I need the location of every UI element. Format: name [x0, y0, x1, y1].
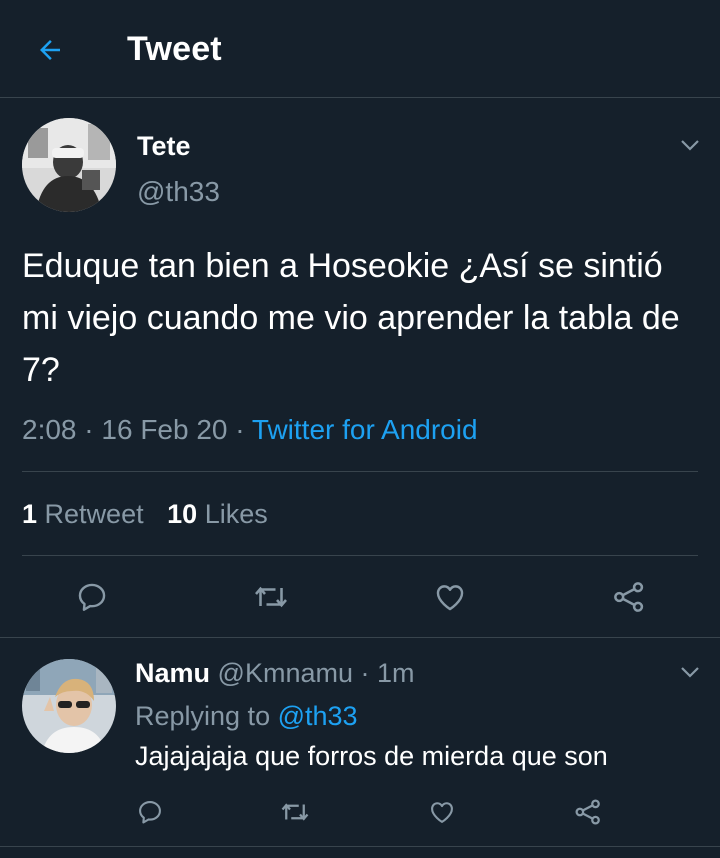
reply-time: 1m — [377, 658, 415, 688]
retweet-icon — [255, 586, 287, 608]
back-button[interactable] — [28, 28, 72, 72]
replying-mention-link[interactable]: @th33 — [278, 701, 358, 731]
meta-separator: · — [235, 414, 245, 445]
reply-icon — [78, 583, 106, 611]
chevron-down-icon[interactable] — [678, 660, 702, 684]
heart-icon — [431, 802, 453, 823]
tweet-stats: 1 Retweet 10 Likes — [22, 499, 268, 530]
retweet-count: 1 — [22, 499, 38, 529]
likes-label: Likes — [204, 499, 268, 529]
page-title: Tweet — [127, 30, 222, 68]
replying-label: Replying to — [135, 701, 271, 731]
author-name[interactable]: Tete — [137, 131, 191, 162]
reply-header: Namu @Kmnamu · 1m — [135, 658, 415, 689]
like-button[interactable] — [428, 575, 472, 619]
retweet-button[interactable] — [249, 575, 293, 619]
retweet-button[interactable] — [277, 794, 313, 830]
tweet-meta: 2:08 · 16 Feb 20 · Twitter for Android — [22, 414, 478, 446]
retweet-label: Retweet — [44, 499, 144, 529]
chevron-down-icon[interactable] — [678, 133, 702, 157]
share-button[interactable] — [607, 575, 651, 619]
author-avatar[interactable] — [22, 118, 116, 212]
reply-icon — [139, 801, 161, 824]
tweet-text: Eduque tan bien a Hoseokie ¿Así se sinti… — [22, 247, 680, 389]
tweet-source-link[interactable]: Twitter for Android — [252, 414, 478, 445]
section-divider — [0, 846, 720, 847]
divider — [22, 471, 698, 472]
meta-separator: · — [84, 414, 94, 445]
share-icon — [575, 799, 600, 825]
divider — [22, 555, 698, 556]
reply-text: Jajajajaja que forros de mierda que son — [135, 741, 608, 771]
reply-author-handle[interactable]: @Kmnamu — [218, 658, 353, 688]
reply-author-name[interactable]: Namu — [135, 658, 210, 688]
replying-to: Replying to @th33 — [135, 701, 358, 732]
author-handle[interactable]: @th33 — [137, 176, 220, 208]
retweet-icon — [281, 803, 309, 821]
share-button[interactable] — [570, 794, 606, 830]
section-divider — [0, 637, 720, 638]
tweet-time: 2:08 — [22, 414, 77, 445]
reply-author-avatar[interactable] — [22, 659, 116, 753]
like-button[interactable] — [424, 794, 460, 830]
arrow-left-icon — [40, 40, 60, 60]
heart-icon — [436, 585, 464, 611]
tweet-date: 16 Feb 20 — [101, 414, 228, 445]
likes-count: 10 — [167, 499, 198, 529]
meta-separator: · — [360, 658, 370, 688]
retweet-stat[interactable]: 1 Retweet — [22, 499, 144, 529]
reply-button[interactable] — [70, 575, 114, 619]
reply-button[interactable] — [132, 794, 168, 830]
share-icon — [614, 582, 644, 612]
top-bar: Tweet — [0, 0, 720, 98]
likes-stat[interactable]: 10 Likes — [167, 499, 268, 529]
